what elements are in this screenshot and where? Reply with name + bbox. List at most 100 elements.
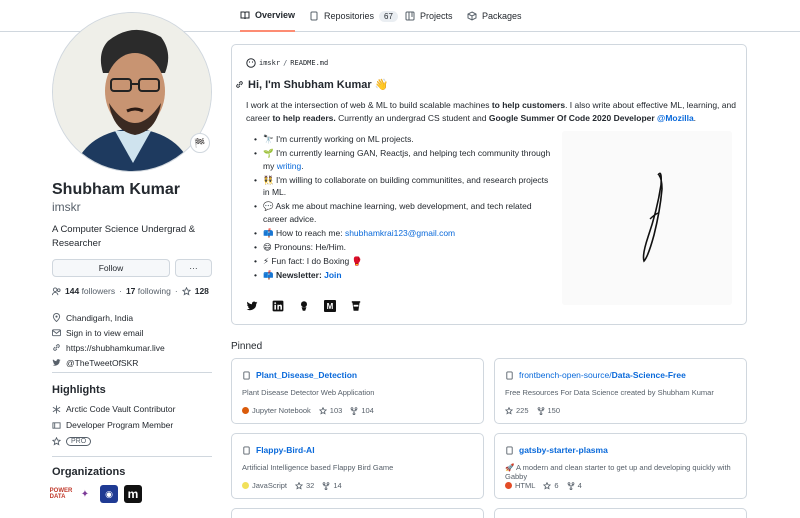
newsletter-link[interactable]: Join — [324, 270, 341, 280]
following-link[interactable]: 17 following — [126, 286, 171, 296]
website-link[interactable]: https://shubhamkumar.live — [66, 343, 165, 353]
avatar-illustration — [53, 13, 211, 171]
pinned-repo-card: Flappy-Bird-AI Artificial Intelligence b… — [231, 433, 484, 499]
bullet-text: I'm currently working on ML projects. — [275, 134, 414, 144]
twitter-icon[interactable] — [246, 300, 258, 312]
repo-forks[interactable]: 14 — [322, 481, 342, 490]
readme-heading-text: Hi, I'm Shubham Kumar 👋 — [248, 79, 389, 91]
readme-card: imskr / README.md Hi, I'm Shubham Kumar … — [231, 44, 747, 325]
website-item[interactable]: https://shubhamkumar.live — [52, 340, 165, 355]
readme-bullet: 🔭 I'm currently working on ML projects. — [254, 133, 554, 146]
pinned-repo-title: Flappy-Bird-AI — [242, 445, 315, 455]
org-avatar-label: ✦ — [80, 488, 90, 500]
pinned-repo-title: Plant_Disease_Detection — [242, 370, 357, 380]
profile-login: imskr — [52, 200, 81, 214]
readme-bullet: ⚡ Fun fact: I do Boxing 🥊 — [254, 255, 554, 268]
tab-overview[interactable]: Overview — [240, 0, 296, 32]
twitter-item[interactable]: @TheTweetOfSKR — [52, 355, 165, 370]
repo-language: HTML — [505, 481, 535, 490]
email-item[interactable]: Sign in to view email — [52, 325, 165, 340]
profile-bio: A Computer Science Undergrad & Researche… — [52, 224, 196, 249]
star-icon — [52, 436, 61, 445]
highlights-heading: Highlights — [52, 384, 106, 396]
repo-description: Free Resources For Data Science created … — [505, 388, 714, 397]
bullet-emoji: ⚡ — [262, 255, 269, 266]
tab-projects[interactable]: Projects — [405, 0, 453, 32]
kaggle-icon[interactable] — [298, 300, 310, 312]
readme-bullet: 📫 Newsletter: Join — [254, 269, 554, 282]
tab-repositories[interactable]: Repositories 67 — [309, 0, 398, 32]
archive-icon — [52, 404, 61, 414]
tab-packages[interactable]: Packages — [467, 0, 522, 32]
linkedin-icon[interactable] — [272, 300, 284, 312]
coffee-icon[interactable] — [350, 300, 362, 312]
repo-forks[interactable]: 104 — [350, 406, 374, 415]
readme-owner-link[interactable]: imskr — [259, 59, 280, 67]
pinned-repo-title: frontbench-open-source/Data-Science-Free — [505, 370, 686, 380]
readme-bullet: 🌱 I'm currently learning GAN, Reactjs, a… — [254, 147, 554, 172]
email-link[interactable]: shubhamkrai123@gmail.com — [345, 228, 455, 238]
anchor-link-icon[interactable] — [235, 80, 244, 89]
repo-stars[interactable]: 103 — [318, 406, 342, 415]
repo-stars[interactable]: 225 — [505, 406, 529, 415]
star-icon — [181, 286, 191, 295]
organizations-heading: Organizations — [52, 466, 126, 478]
repo-forks[interactable]: 150 — [537, 406, 560, 415]
org-avatar-m[interactable]: m — [124, 485, 142, 503]
bullet-text: I'm willing to collaborate on building c… — [262, 174, 549, 198]
fork-icon — [350, 406, 358, 415]
repo-link[interactable]: gatsby-starter-plasma — [519, 445, 608, 455]
readme-heading: Hi, I'm Shubham Kumar 👋 — [235, 78, 388, 91]
bullet-bold: Newsletter: — [275, 269, 325, 280]
tab-overview-label: Overview — [255, 10, 296, 20]
bullet-emoji: 💬 — [262, 201, 274, 211]
bullet-text: Ask me about machine learning, web devel… — [262, 201, 532, 224]
pinned-heading: Pinned — [231, 341, 263, 352]
mozilla-link[interactable]: @Mozilla — [657, 113, 694, 123]
stars-count: 128 — [194, 286, 209, 296]
pinned-repo-card: Plant_Disease_Detection Plant Disease De… — [231, 358, 484, 424]
twitter-link[interactable]: @TheTweetOfSKR — [66, 358, 138, 368]
path-separator: / — [283, 59, 288, 67]
repo-icon — [506, 445, 513, 455]
more-options-button[interactable]: ··· — [175, 259, 212, 277]
writing-link[interactable]: writing — [277, 161, 302, 171]
tab-packages-label: Packages — [482, 11, 522, 21]
org-avatar-diamond[interactable]: ✦ — [76, 485, 94, 503]
readme-filename: README.md — [290, 59, 329, 67]
repo-link[interactable]: frontbench-open-source/Data-Science-Free — [519, 370, 686, 380]
repo-meta: 225 150 — [505, 406, 560, 415]
star-icon — [295, 481, 304, 490]
star-icon — [318, 406, 327, 415]
repo-stars[interactable]: 6 — [543, 481, 559, 490]
repo-description: Plant Disease Detector Web Application — [242, 388, 375, 397]
separator-dot: · — [174, 286, 178, 296]
stars-link[interactable]: 128 — [195, 286, 209, 296]
repo-forks[interactable]: 4 — [567, 481, 582, 490]
readme-bullet: 👯 I'm willing to collaborate on building… — [254, 174, 554, 199]
status-emoji[interactable]: 🏁 — [190, 133, 210, 153]
intro-text: Currently an undergrad CS student and — [335, 112, 489, 123]
org-avatar-circle[interactable]: ◉ — [100, 485, 118, 503]
medium-icon[interactable]: M — [324, 300, 336, 312]
email-text[interactable]: Sign in to view email — [66, 328, 143, 338]
repo-link[interactable]: Plant_Disease_Detection — [256, 370, 357, 380]
language-label: Jupyter Notebook — [252, 406, 311, 415]
highlight-item: Arctic Code Vault Contributor — [52, 401, 175, 417]
org-avatar-powerdata[interactable]: POWER DATA — [50, 485, 72, 503]
followers-link[interactable]: 144 followers — [65, 286, 115, 296]
tab-projects-label: Projects — [420, 11, 453, 21]
intro-text: I work at the intersection of web & ML t… — [246, 100, 492, 110]
pinned-repo-card: gatsby-starter-plasma 🚀 A modern and cle… — [494, 433, 747, 499]
language-color-dot — [242, 407, 249, 414]
book-icon — [240, 11, 250, 20]
repo-link[interactable]: Flappy-Bird-AI — [256, 445, 315, 455]
follow-button[interactable]: Follow — [52, 259, 170, 277]
bullet-emoji: 📫 — [262, 227, 274, 238]
pinned-repo-card-partial — [231, 508, 484, 518]
repo-stars[interactable]: 32 — [295, 481, 314, 490]
bullet-emoji: 🌱 — [262, 148, 274, 158]
smiley-icon — [246, 58, 256, 68]
follow-stats: 144 followers · 17 following · 128 — [52, 286, 209, 296]
avatar[interactable] — [52, 12, 212, 172]
